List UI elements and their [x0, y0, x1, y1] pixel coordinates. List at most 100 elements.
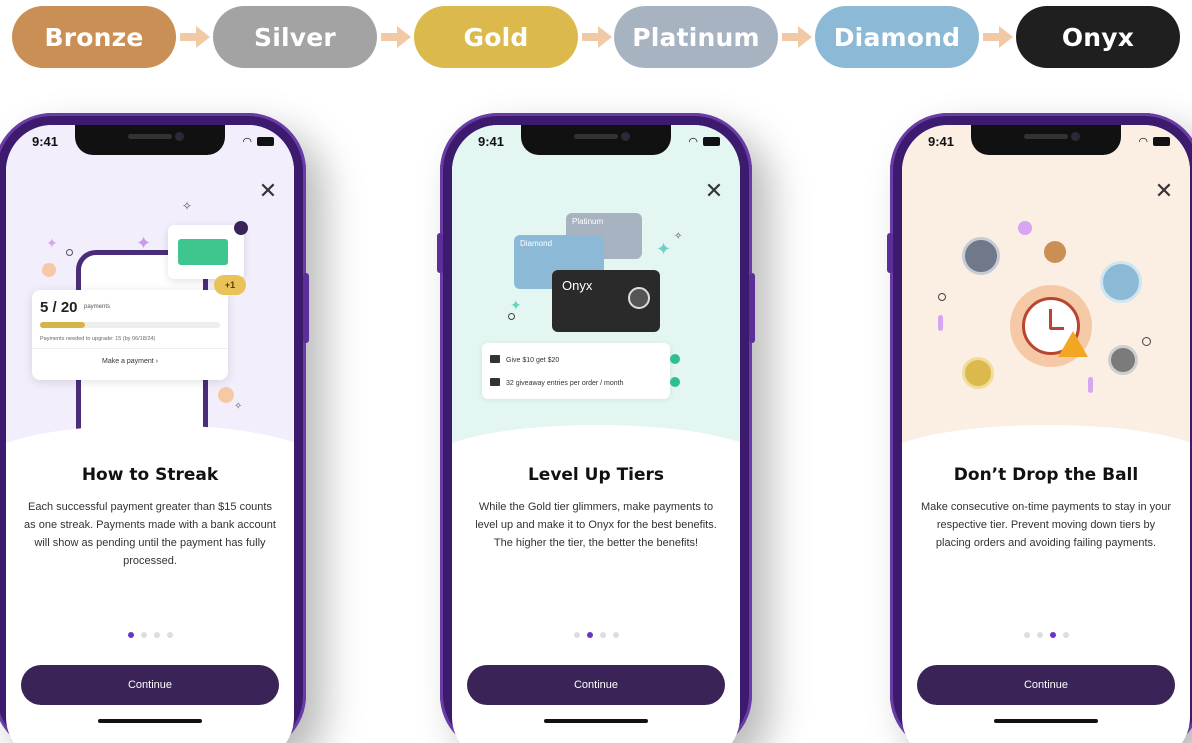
phone-how-to-streak: ✦ ✧ ✦ ✧ 5 / 20 payments Payments needed …: [0, 113, 309, 743]
page-dot[interactable]: [1062, 632, 1069, 638]
page-dot[interactable]: [1049, 632, 1056, 638]
pagination-dots: [6, 632, 294, 638]
pink-bar-decoration: [1088, 377, 1093, 393]
pagination-dots: [902, 632, 1190, 638]
tier-progression: Bronze Silver Gold Platinum Diamond Onyx: [12, 6, 1180, 68]
gold-medal-icon: [962, 357, 994, 389]
circle-decoration: [938, 293, 946, 301]
status-time: 9:41: [928, 134, 955, 149]
check-icon: [670, 354, 680, 364]
sparkle-icon: ✦: [510, 297, 522, 313]
tier-silver: Silver: [213, 6, 377, 68]
circle-decoration: [1142, 337, 1151, 346]
page-dot[interactable]: [127, 632, 134, 638]
arrow-right-icon: [180, 26, 210, 48]
upgrade-note: Payments needed to upgrade: 15 (by 06/18…: [40, 336, 156, 342]
cash-icon: [168, 221, 248, 279]
onboarding-screen: 9:41 ◠ ✕ Don’t Drop the Ball Make consec…: [902, 125, 1190, 743]
streak-badge: +1: [214, 275, 246, 295]
check-icon: [670, 377, 680, 387]
phone-level-up-tiers: Platinum Diamond Onyx ✦ ✧ ✦ Give $10 get…: [437, 113, 755, 743]
pagination-dots: [452, 632, 740, 638]
onboarding-screen: ✦ ✧ ✦ ✧ 5 / 20 payments Payments needed …: [6, 125, 294, 743]
close-icon[interactable]: ✕: [256, 178, 280, 203]
home-indicator: [98, 719, 202, 723]
screen-description: While the Gold tier glimmers, make payme…: [475, 501, 717, 549]
benefit-item: 32 giveaway entries per order / month: [490, 377, 680, 387]
benefit-label: 32 giveaway entries per order / month: [506, 380, 624, 387]
tier-platinum: Platinum: [614, 6, 778, 68]
page-dot[interactable]: [166, 632, 173, 638]
battery-icon: [1153, 137, 1170, 146]
home-indicator: [994, 719, 1098, 723]
gem-icon: [628, 287, 650, 309]
onboarding-screen: Platinum Diamond Onyx ✦ ✧ ✦ Give $10 get…: [452, 125, 740, 743]
circle-decoration: [42, 263, 56, 277]
hero-illustration: ✦ ✧ ✦ ✧ 5 / 20 payments Payments needed …: [6, 125, 294, 495]
status-icons: ◠: [688, 135, 720, 148]
platinum-medal-icon: [962, 237, 1000, 275]
close-icon[interactable]: ✕: [702, 178, 726, 203]
hero-illustration: [902, 125, 1190, 495]
home-indicator: [544, 719, 648, 723]
page-dot[interactable]: [612, 632, 619, 638]
screen-description: Each successful payment greater than $15…: [24, 501, 276, 567]
arrow-right-icon: [782, 26, 812, 48]
wifi-icon: ◠: [242, 136, 252, 148]
bronze-medal-icon: [1044, 241, 1066, 263]
page-dot[interactable]: [140, 632, 147, 638]
circle-decoration: [66, 249, 73, 256]
arrow-right-icon: [381, 26, 411, 48]
tier-diamond: Diamond: [815, 6, 979, 68]
circle-decoration: [218, 387, 234, 403]
ticket-icon: [490, 378, 500, 386]
silver-medal-icon: [1108, 345, 1138, 375]
payment-count-label: payments: [84, 304, 111, 310]
wifi-icon: ◠: [1138, 136, 1148, 148]
continue-button[interactable]: Continue: [917, 665, 1175, 705]
page-dot[interactable]: [573, 632, 580, 638]
page-dot[interactable]: [586, 632, 593, 638]
make-payment-link[interactable]: Make a payment ›: [32, 358, 228, 365]
screen-title: Level Up Tiers: [527, 465, 665, 485]
warning-icon: [1058, 331, 1088, 357]
pink-bar-decoration: [938, 315, 943, 331]
sparkle-icon: ✧: [234, 401, 243, 412]
wifi-icon: ◠: [688, 136, 698, 148]
benefits-card: Give $10 get $20 32 giveaway entries per…: [482, 343, 680, 399]
diamond-medal-icon: [1100, 261, 1142, 303]
circle-decoration: [1018, 221, 1032, 235]
page-dot[interactable]: [1023, 632, 1030, 638]
sparkle-icon: ✦: [136, 233, 152, 253]
sparkle-icon: ✧: [182, 199, 193, 213]
status-icons: ◠: [1138, 135, 1170, 148]
close-icon[interactable]: ✕: [1152, 178, 1176, 203]
progress-bar: [40, 322, 220, 328]
sparkle-icon: ✧: [674, 231, 683, 242]
page-dot[interactable]: [1036, 632, 1043, 638]
continue-button[interactable]: Continue: [467, 665, 725, 705]
arrow-right-icon: [983, 26, 1013, 48]
sparkle-icon: ✦: [656, 239, 672, 259]
screen-title: How to Streak: [81, 465, 219, 485]
tier-onyx: Onyx: [1016, 6, 1180, 68]
status-time: 9:41: [478, 134, 505, 149]
circle-decoration: [508, 313, 515, 320]
benefit-item: Give $10 get $20: [490, 354, 680, 364]
battery-icon: [257, 137, 274, 146]
sparkle-icon: ✦: [46, 235, 58, 251]
streak-progress-card: 5 / 20 payments Payments needed to upgra…: [32, 290, 228, 380]
phone-dont-drop-the-ball: 9:41 ◠ ✕ Don’t Drop the Ball Make consec…: [887, 113, 1192, 743]
benefit-label: Give $10 get $20: [506, 357, 560, 364]
battery-icon: [703, 137, 720, 146]
status-icons: ◠: [242, 135, 274, 148]
payment-count: 5 / 20: [40, 299, 78, 316]
page-dot[interactable]: [599, 632, 606, 638]
hero-illustration: Platinum Diamond Onyx ✦ ✧ ✦ Give $10 get…: [452, 125, 740, 495]
continue-button[interactable]: Continue: [21, 665, 279, 705]
gift-icon: [490, 355, 500, 363]
tier-bronze: Bronze: [12, 6, 176, 68]
screen-description: Make consecutive on-time payments to sta…: [920, 501, 1172, 549]
page-dot[interactable]: [153, 632, 160, 638]
screen-title: Don’t Drop the Ball: [953, 465, 1139, 485]
